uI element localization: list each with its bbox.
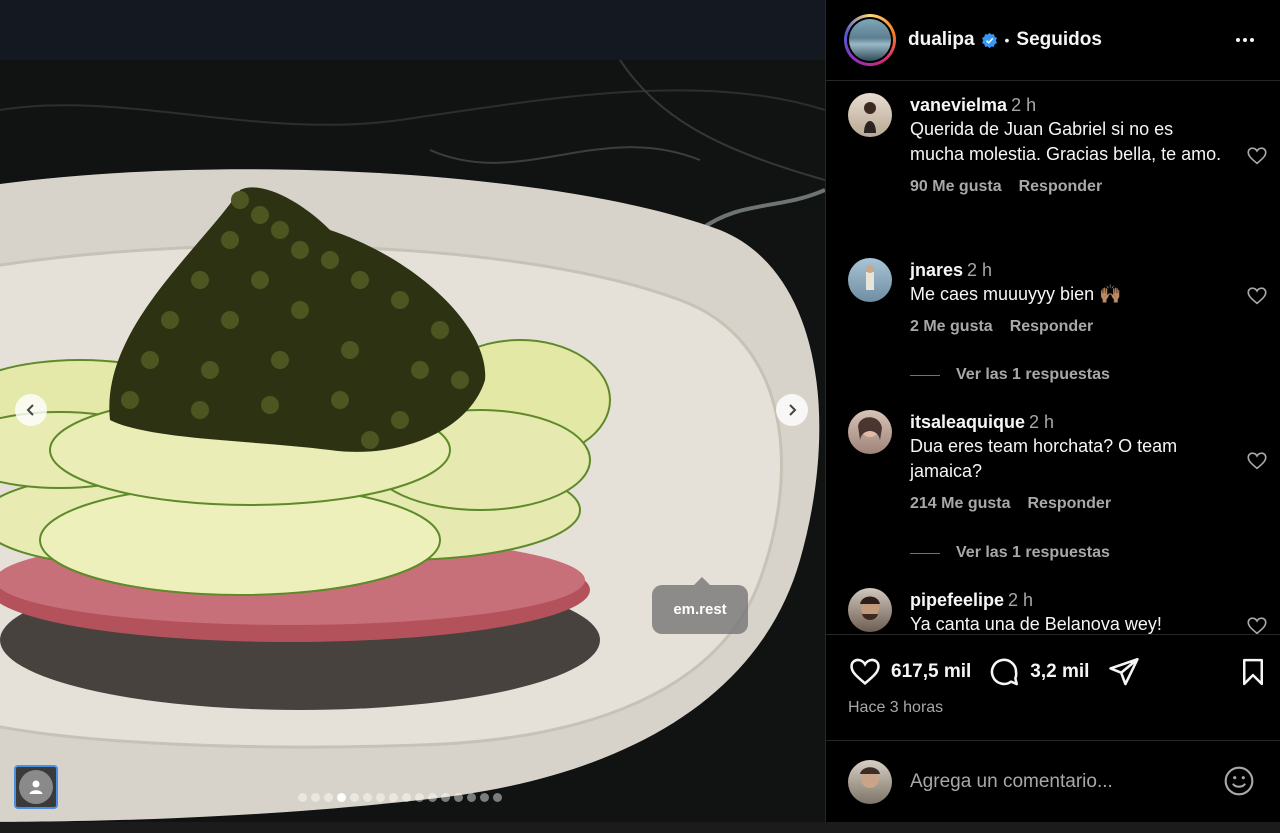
separator-dot: • [1004, 32, 1010, 48]
view-replies-label[interactable]: Ver las 1 respuestas [956, 366, 1110, 384]
comment-heart-icon[interactable] [1246, 145, 1268, 167]
post-header: dualipa • Seguidos [826, 0, 1280, 81]
view-replies-button[interactable]: Ver las 1 respuestas [910, 544, 1110, 562]
comment-text: Querida de Juan Gabriel si no es mucha m… [910, 119, 1222, 164]
comment-likes-count[interactable]: 90 Me gusta [910, 178, 1002, 196]
carousel-dot [441, 793, 450, 802]
chevron-right-icon [789, 404, 797, 416]
post-photo [0, 0, 825, 822]
comment-avatar[interactable] [848, 588, 892, 632]
bottom-strip [0, 822, 1280, 833]
comment-heart-icon[interactable] [1246, 450, 1268, 472]
emoji-icon [1224, 766, 1254, 796]
comment-time: 2 h [1029, 412, 1055, 432]
carousel-dot [376, 793, 385, 802]
comment-button[interactable]: 3,2 mil [987, 655, 1089, 689]
save-button[interactable] [1238, 656, 1268, 693]
carousel-dot [402, 793, 411, 802]
user-tag-icon [29, 780, 43, 794]
carousel-dot [415, 793, 424, 802]
user-tag-button[interactable] [14, 765, 58, 809]
carousel-dot [493, 793, 502, 802]
replies-divider [910, 552, 940, 554]
post-media[interactable]: em.rest [0, 0, 825, 822]
comment-bubble-icon [991, 658, 1019, 686]
comment-username[interactable]: itsaleaquique [910, 412, 1025, 432]
comment-heart-icon[interactable] [1246, 615, 1268, 635]
carousel-dot [454, 793, 463, 802]
author-username[interactable]: dualipa [908, 29, 975, 51]
reply-button[interactable]: Responder [1027, 495, 1111, 513]
share-button[interactable] [1107, 655, 1150, 689]
replies-divider [910, 374, 940, 376]
reply-button[interactable]: Responder [1019, 178, 1103, 196]
add-comment-bar [826, 740, 1280, 822]
carousel-dot-active [337, 793, 346, 802]
view-replies-button[interactable]: Ver las 1 respuestas [910, 366, 1110, 384]
carousel-dot [389, 793, 398, 802]
carousel-dot [298, 793, 307, 802]
comment-username[interactable]: jnares [910, 260, 963, 280]
product-tag-bubble[interactable]: em.rest [652, 577, 748, 634]
chevron-left-icon [26, 404, 34, 416]
carousel-dot [363, 793, 372, 802]
comment-avatar[interactable] [848, 410, 892, 454]
comment-time: 2 h [1008, 590, 1034, 610]
heart-icon [850, 658, 880, 685]
comment-username[interactable]: pipefeelipe [910, 590, 1004, 610]
carousel-dot [480, 793, 489, 802]
comment-likes-count[interactable]: 214 Me gusta [910, 495, 1010, 513]
verified-badge-icon [981, 32, 997, 48]
post-side-panel: dualipa • Seguidos vanevielma 2 h Querida… [825, 0, 1280, 822]
likes-count[interactable]: 617,5 mil [891, 661, 971, 683]
comments-list[interactable]: vanevielma 2 h Querida de Juan Gabriel si… [826, 81, 1280, 635]
carousel-prev-button[interactable] [15, 394, 47, 426]
comment-heart-icon[interactable] [1246, 285, 1268, 307]
comment-text: Dua eres team horchata? O team jamaica? [910, 436, 1178, 481]
comment-time: 2 h [1011, 95, 1037, 115]
post-actions: 617,5 mil 3,2 mil [848, 650, 1268, 694]
comment-username[interactable]: vanevielma [910, 95, 1007, 115]
carousel-dot [467, 793, 476, 802]
reply-button[interactable]: Responder [1010, 318, 1094, 336]
carousel-indicator [298, 793, 502, 802]
carousel-dot [428, 793, 437, 802]
carousel-dot [311, 793, 320, 802]
comment-input[interactable] [910, 770, 1210, 793]
current-user-avatar [848, 759, 892, 804]
comment-text: Ya canta una de Belanova wey! [910, 614, 1162, 634]
bookmark-icon [1243, 658, 1263, 686]
post-timestamp: Hace 3 horas [848, 699, 944, 716]
emoji-button[interactable] [1223, 765, 1255, 802]
comment-avatar[interactable] [848, 258, 892, 302]
following-button[interactable]: Seguidos [1016, 29, 1102, 51]
comment-text: Me caes muuuyyy bien 🙌🏽 [910, 284, 1122, 304]
carousel-dot [350, 793, 359, 802]
share-send-icon [1109, 657, 1140, 686]
carousel-next-button[interactable] [776, 394, 808, 426]
comments-count[interactable]: 3,2 mil [1030, 661, 1089, 683]
comment-likes-count[interactable]: 2 Me gusta [910, 318, 993, 336]
like-button[interactable]: 617,5 mil [848, 655, 971, 689]
comment-avatar[interactable] [848, 93, 892, 137]
carousel-dot [324, 793, 333, 802]
author-avatar[interactable] [844, 14, 896, 66]
comment-time: 2 h [967, 260, 993, 280]
more-options-icon[interactable] [1232, 27, 1258, 53]
view-replies-label[interactable]: Ver las 1 respuestas [956, 544, 1110, 562]
